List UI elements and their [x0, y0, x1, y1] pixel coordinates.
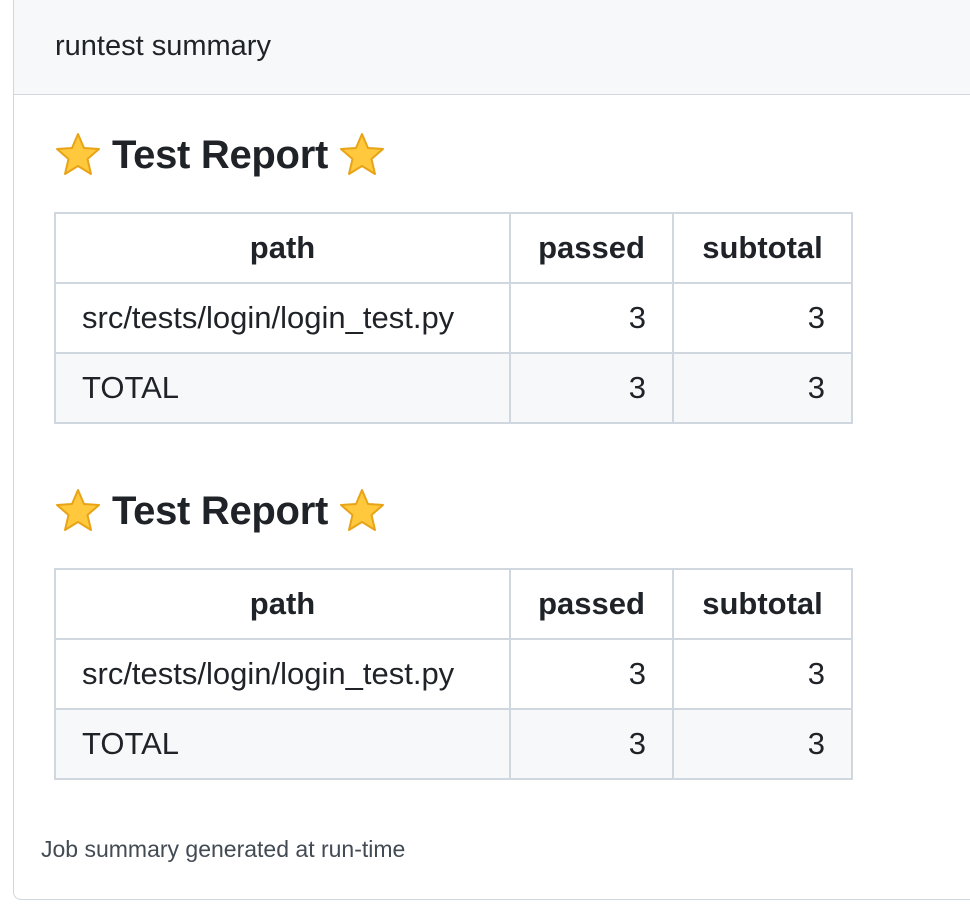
star-icon [338, 487, 386, 535]
test-report-1: Test Report [54, 125, 386, 185]
report-title: Test Report [112, 488, 328, 533]
cell-subtotal: 3 [672, 638, 853, 710]
column-header-passed: passed [509, 212, 674, 284]
table-header-row: path passed subtotal [54, 212, 853, 284]
table-row-total: TOTAL 3 3 [54, 352, 853, 424]
report-heading: Test Report [54, 125, 386, 185]
cell-subtotal: 3 [672, 352, 853, 424]
star-icon [54, 487, 102, 535]
column-header-passed: passed [509, 568, 674, 640]
star-icon [338, 131, 386, 179]
summary-title: runtest summary [55, 29, 271, 62]
cell-passed: 3 [509, 638, 674, 710]
table-row: src/tests/login/login_test.py 3 3 [54, 638, 853, 710]
report-table-1: path passed subtotal src/tests/login/log… [54, 212, 853, 424]
cell-path: TOTAL [54, 708, 511, 780]
cell-subtotal: 3 [672, 282, 853, 354]
table-row: src/tests/login/login_test.py 3 3 [54, 282, 853, 354]
star-icon [54, 131, 102, 179]
column-header-subtotal: subtotal [672, 568, 853, 640]
cell-path: src/tests/login/login_test.py [54, 282, 511, 354]
cell-subtotal: 3 [672, 708, 853, 780]
cell-path: src/tests/login/login_test.py [54, 638, 511, 710]
table-row-total: TOTAL 3 3 [54, 708, 853, 780]
summary-header[interactable]: runtest summary [14, 0, 970, 95]
column-header-path: path [54, 568, 511, 640]
summary-footer: Job summary generated at run-time [41, 836, 406, 862]
report-title: Test Report [112, 132, 328, 177]
column-header-path: path [54, 212, 511, 284]
cell-passed: 3 [509, 282, 674, 354]
table-header-row: path passed subtotal [54, 568, 853, 640]
cell-path: TOTAL [54, 352, 511, 424]
column-header-subtotal: subtotal [672, 212, 853, 284]
test-report-2: Test Report [54, 481, 386, 541]
report-heading: Test Report [54, 481, 386, 541]
report-table-2: path passed subtotal src/tests/login/log… [54, 568, 853, 780]
cell-passed: 3 [509, 708, 674, 780]
cell-passed: 3 [509, 352, 674, 424]
